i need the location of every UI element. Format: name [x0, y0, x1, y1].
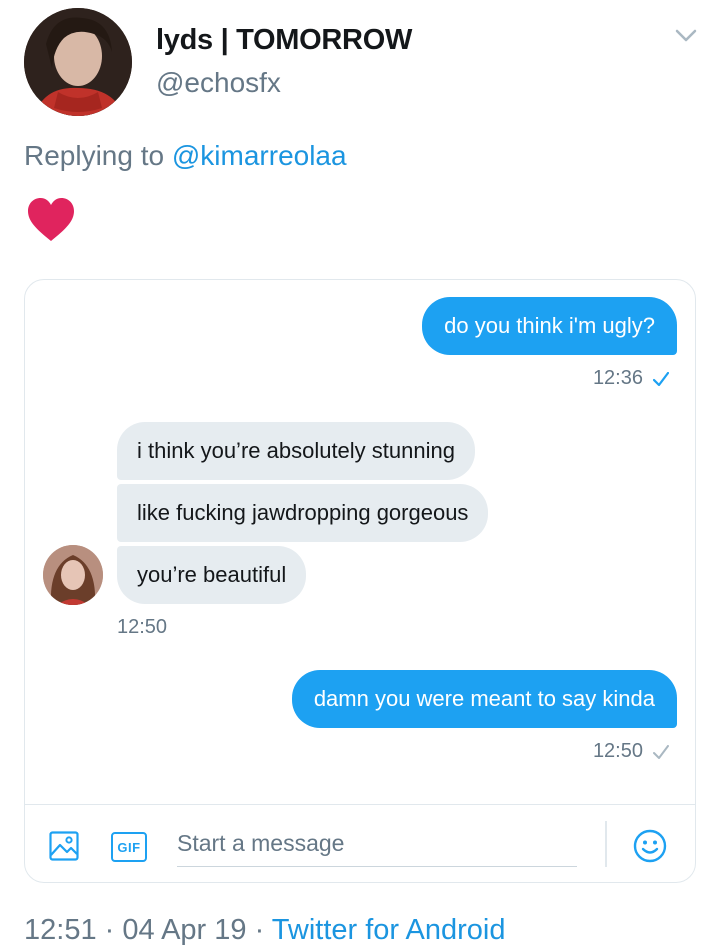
red-heart-icon — [28, 198, 74, 241]
image-icon[interactable] — [49, 831, 79, 861]
composer-divider — [605, 821, 607, 867]
checkmark-seen-icon — [653, 371, 669, 386]
message-bubble-incoming: i think you’re absolutely stunning — [117, 422, 475, 480]
tweet-date[interactable]: 04 Apr 19 — [122, 914, 246, 946]
message-timestamp: 12:50 — [593, 740, 669, 763]
author-handle[interactable]: @echosfx — [156, 67, 281, 99]
timestamp-text: 12:36 — [592, 367, 643, 389]
message-bubble-incoming: you’re beautiful — [117, 546, 307, 604]
tweet-metadata: 12:51 · 04 Apr 19 · Twitter for Android — [24, 914, 505, 947]
timestamp-text: 12:50 — [117, 616, 168, 638]
replying-to: Replying to @kimarreolaa — [24, 140, 347, 172]
meta-separator: · — [246, 914, 272, 946]
author-avatar[interactable] — [24, 8, 132, 116]
message-timestamp: 12:36 — [593, 367, 669, 390]
tweet-time[interactable]: 12:51 — [24, 914, 97, 946]
message-composer: GIF — [25, 804, 695, 882]
author-display-name[interactable]: lyds | TOMORROW — [156, 24, 412, 57]
message-timestamp: 12:50 — [117, 616, 167, 639]
message-input[interactable] — [177, 821, 577, 867]
timestamp-text: 12:50 — [592, 740, 643, 762]
gif-button[interactable]: GIF — [111, 832, 147, 862]
tweet-source-link[interactable]: Twitter for Android — [272, 914, 506, 946]
message-bubble-incoming: like fucking jawdropping gorgeous — [117, 484, 489, 542]
emoji-icon[interactable] — [633, 829, 667, 863]
replying-to-label: Replying to — [24, 140, 165, 171]
sender-avatar[interactable] — [43, 545, 103, 605]
message-bubble-outgoing: do you think i'm ugly? — [422, 297, 677, 355]
chevron-down-icon[interactable] — [674, 28, 698, 44]
dm-screenshot-card: do you think i'm ugly? 12:36 i think you… — [24, 279, 696, 883]
checkmark-sent-icon — [653, 744, 669, 759]
reply-mention-link[interactable]: @kimarreolaa — [172, 140, 347, 171]
message-bubble-outgoing: damn you were meant to say kinda — [291, 670, 677, 728]
meta-separator: · — [96, 914, 123, 946]
